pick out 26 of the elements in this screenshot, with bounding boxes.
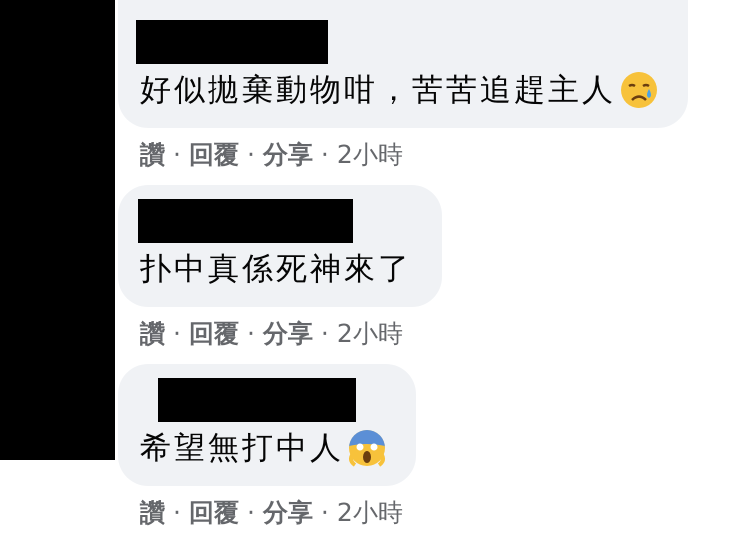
comment-action-link[interactable]: 回覆 xyxy=(188,138,239,171)
separator-dot: · xyxy=(320,319,329,348)
comment-action-link[interactable]: 讚 xyxy=(140,317,165,350)
comment-text: 好似拋棄動物咁，苦苦追趕主人 xyxy=(140,71,616,110)
separator-dot: · xyxy=(246,319,255,348)
separator-dot: · xyxy=(173,140,181,169)
comment-time: 2小時 xyxy=(336,318,403,350)
comment-time: 2小時 xyxy=(336,139,403,171)
separator-dot: · xyxy=(173,498,181,527)
screaming-face-icon xyxy=(348,429,386,467)
comment-time: 2小時 xyxy=(336,497,403,529)
comment-action-link[interactable]: 分享 xyxy=(262,496,313,529)
comment-text: 扑中真係死神來了 xyxy=(140,250,412,289)
comment-action-link[interactable]: 分享 xyxy=(262,138,313,171)
separator-dot: · xyxy=(246,498,255,527)
comment-action-link[interactable]: 讚 xyxy=(140,496,165,529)
separator-dot: · xyxy=(320,140,329,169)
crying-face-icon xyxy=(620,71,658,109)
comment-action-link[interactable]: 回覆 xyxy=(188,317,239,350)
separator-dot: · xyxy=(173,319,181,348)
comment-action-link[interactable]: 回覆 xyxy=(188,496,239,529)
comment-action-link[interactable]: 分享 xyxy=(262,317,313,350)
separator-dot: · xyxy=(320,498,329,527)
comment-action-link[interactable]: 讚 xyxy=(140,138,165,171)
comment-text: 希望無打中人 xyxy=(140,429,344,468)
separator-dot: · xyxy=(246,140,255,169)
